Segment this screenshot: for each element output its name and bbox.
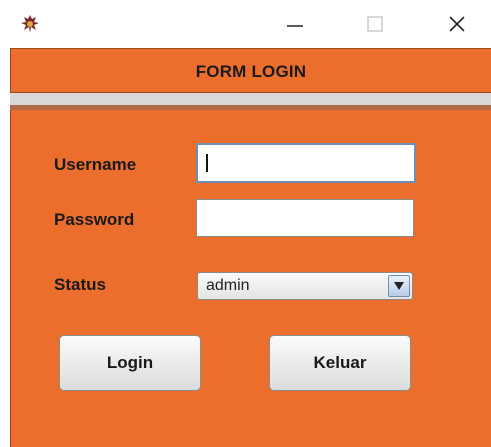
login-button[interactable]: Login	[59, 335, 201, 391]
maximize-button[interactable]	[352, 6, 398, 42]
password-label: Password	[54, 210, 135, 229]
status-dropdown[interactable]: admin	[197, 272, 413, 300]
text-caret	[206, 154, 208, 172]
chevron-down-icon	[394, 282, 404, 290]
maximize-icon	[367, 16, 383, 32]
page-title: FORM LOGIN	[195, 62, 307, 81]
status-label: Status	[54, 275, 106, 294]
login-form-panel: Username Password Status admin Login Kel…	[10, 110, 491, 447]
username-label: Username	[54, 155, 137, 174]
minimize-button[interactable]	[272, 6, 318, 42]
username-input[interactable]	[196, 143, 416, 183]
close-icon	[449, 16, 465, 32]
minimize-icon	[287, 25, 303, 27]
status-selected-value: admin	[206, 277, 250, 294]
header-bar: FORM LOGIN	[10, 48, 491, 93]
dropdown-arrow-button[interactable]	[388, 275, 410, 297]
close-button[interactable]	[434, 6, 480, 42]
app-logo-icon	[20, 14, 40, 34]
title-bar	[0, 0, 491, 48]
separator	[10, 93, 491, 105]
login-window: FORM LOGIN Username Password Status admi…	[0, 0, 491, 447]
password-input[interactable]	[196, 199, 414, 237]
keluar-button[interactable]: Keluar	[269, 335, 411, 391]
